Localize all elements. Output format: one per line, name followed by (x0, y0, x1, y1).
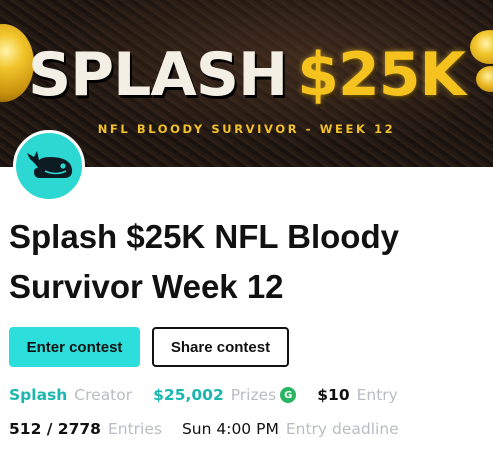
contest-entries-row: 512 / 2778 Entries Sun 4:00 PM Entry dea… (9, 418, 399, 440)
whale-icon (27, 151, 73, 178)
creator-avatar[interactable] (13, 130, 85, 202)
contest-title-line: Splash $25K NFL Bloody (9, 218, 399, 255)
entry-fee: $10 (317, 386, 350, 404)
share-contest-button[interactable]: Share contest (152, 327, 289, 367)
entries-label: Entries (107, 420, 162, 438)
contest-details-row: Splash Creator $25,002 Prizes G $10 Entr… (9, 384, 398, 406)
creator-link[interactable]: Splash (9, 386, 67, 404)
prize-label: Prizes (230, 386, 277, 404)
banner-title-amount: $25K (297, 40, 466, 110)
contest-title: Splash $25K NFL Bloody Survivor Week 12 (9, 212, 479, 312)
banner-title: SPLASH $25K (0, 40, 493, 110)
entry-label: Entry (356, 386, 398, 404)
banner-title-word: SPLASH (27, 40, 288, 110)
prize-g-icon: G (280, 387, 297, 403)
creator-label: Creator (74, 386, 133, 404)
prize-amount: $25,002 (153, 386, 224, 404)
deadline-label: Entry deadline (285, 420, 399, 438)
entries-count: 512 / 2778 (9, 420, 101, 438)
banner-subtitle: NFL BLOODY SURVIVOR - WEEK 12 (97, 122, 396, 136)
enter-contest-button[interactable]: Enter contest (9, 327, 140, 367)
deadline-value: Sun 4:00 PM (181, 420, 279, 438)
contest-title-line: Survivor Week 12 (9, 268, 284, 305)
